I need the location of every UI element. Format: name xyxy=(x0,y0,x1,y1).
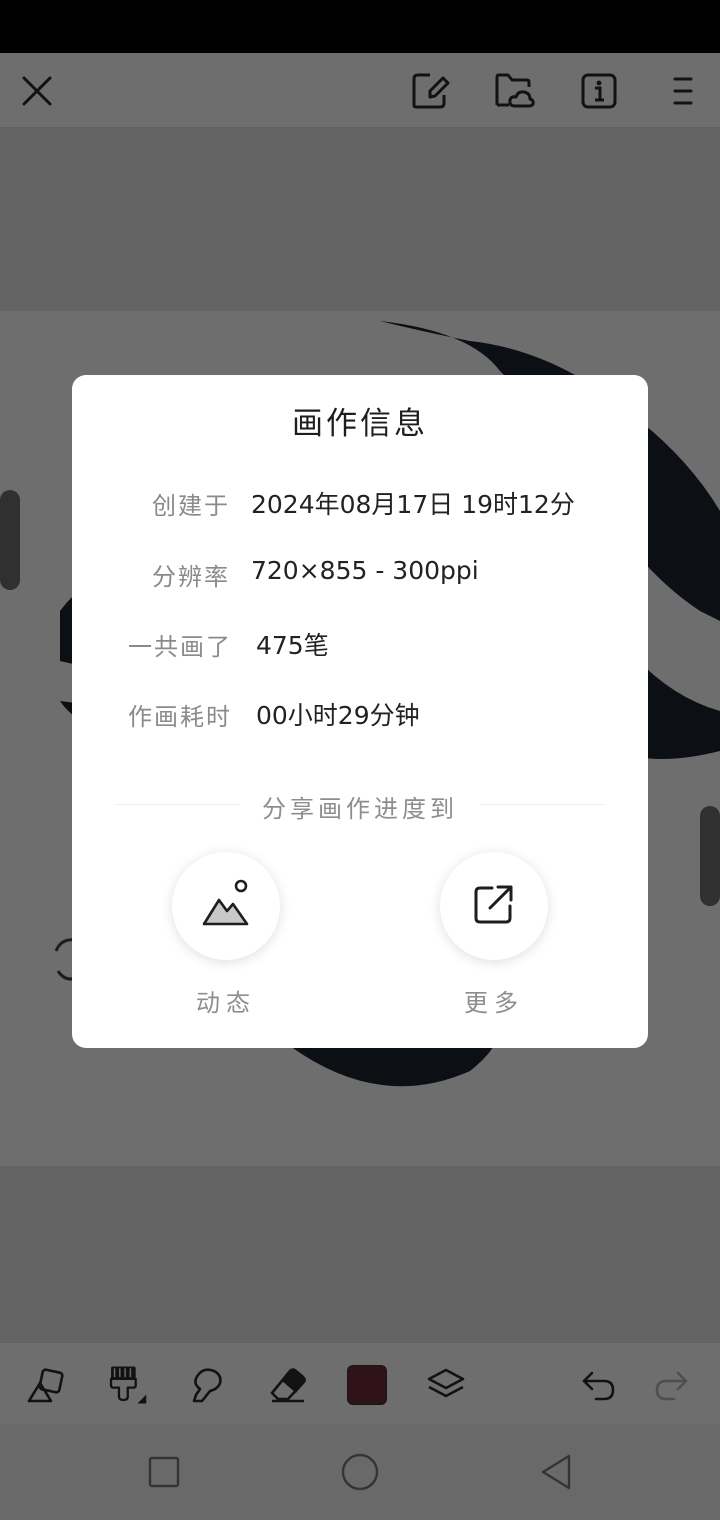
strokes-label: 一共画了 xyxy=(128,633,232,661)
divider-left xyxy=(116,804,240,805)
dialog-title: 画作信息 xyxy=(292,406,428,442)
share-heading: 分享画作进度到 xyxy=(262,795,458,823)
share-more-button[interactable] xyxy=(440,852,548,960)
strokes-value: 475笔 xyxy=(256,631,329,660)
divider-right xyxy=(480,804,604,805)
created-label: 创建于 xyxy=(152,492,230,520)
created-value: 2024年08月17日 19时12分 xyxy=(251,490,575,519)
resolution-label: 分辨率 xyxy=(152,563,230,591)
share-moments-button[interactable] xyxy=(172,852,280,960)
external-share-icon xyxy=(472,882,516,930)
share-more-label: 更多 xyxy=(464,989,524,1017)
mountain-sun-icon xyxy=(200,878,252,934)
resolution-value: 720×855 - 300ppi xyxy=(251,556,479,585)
share-moments-label: 动态 xyxy=(196,989,256,1017)
duration-label: 作画耗时 xyxy=(128,703,232,731)
duration-value: 00小时29分钟 xyxy=(256,701,420,730)
